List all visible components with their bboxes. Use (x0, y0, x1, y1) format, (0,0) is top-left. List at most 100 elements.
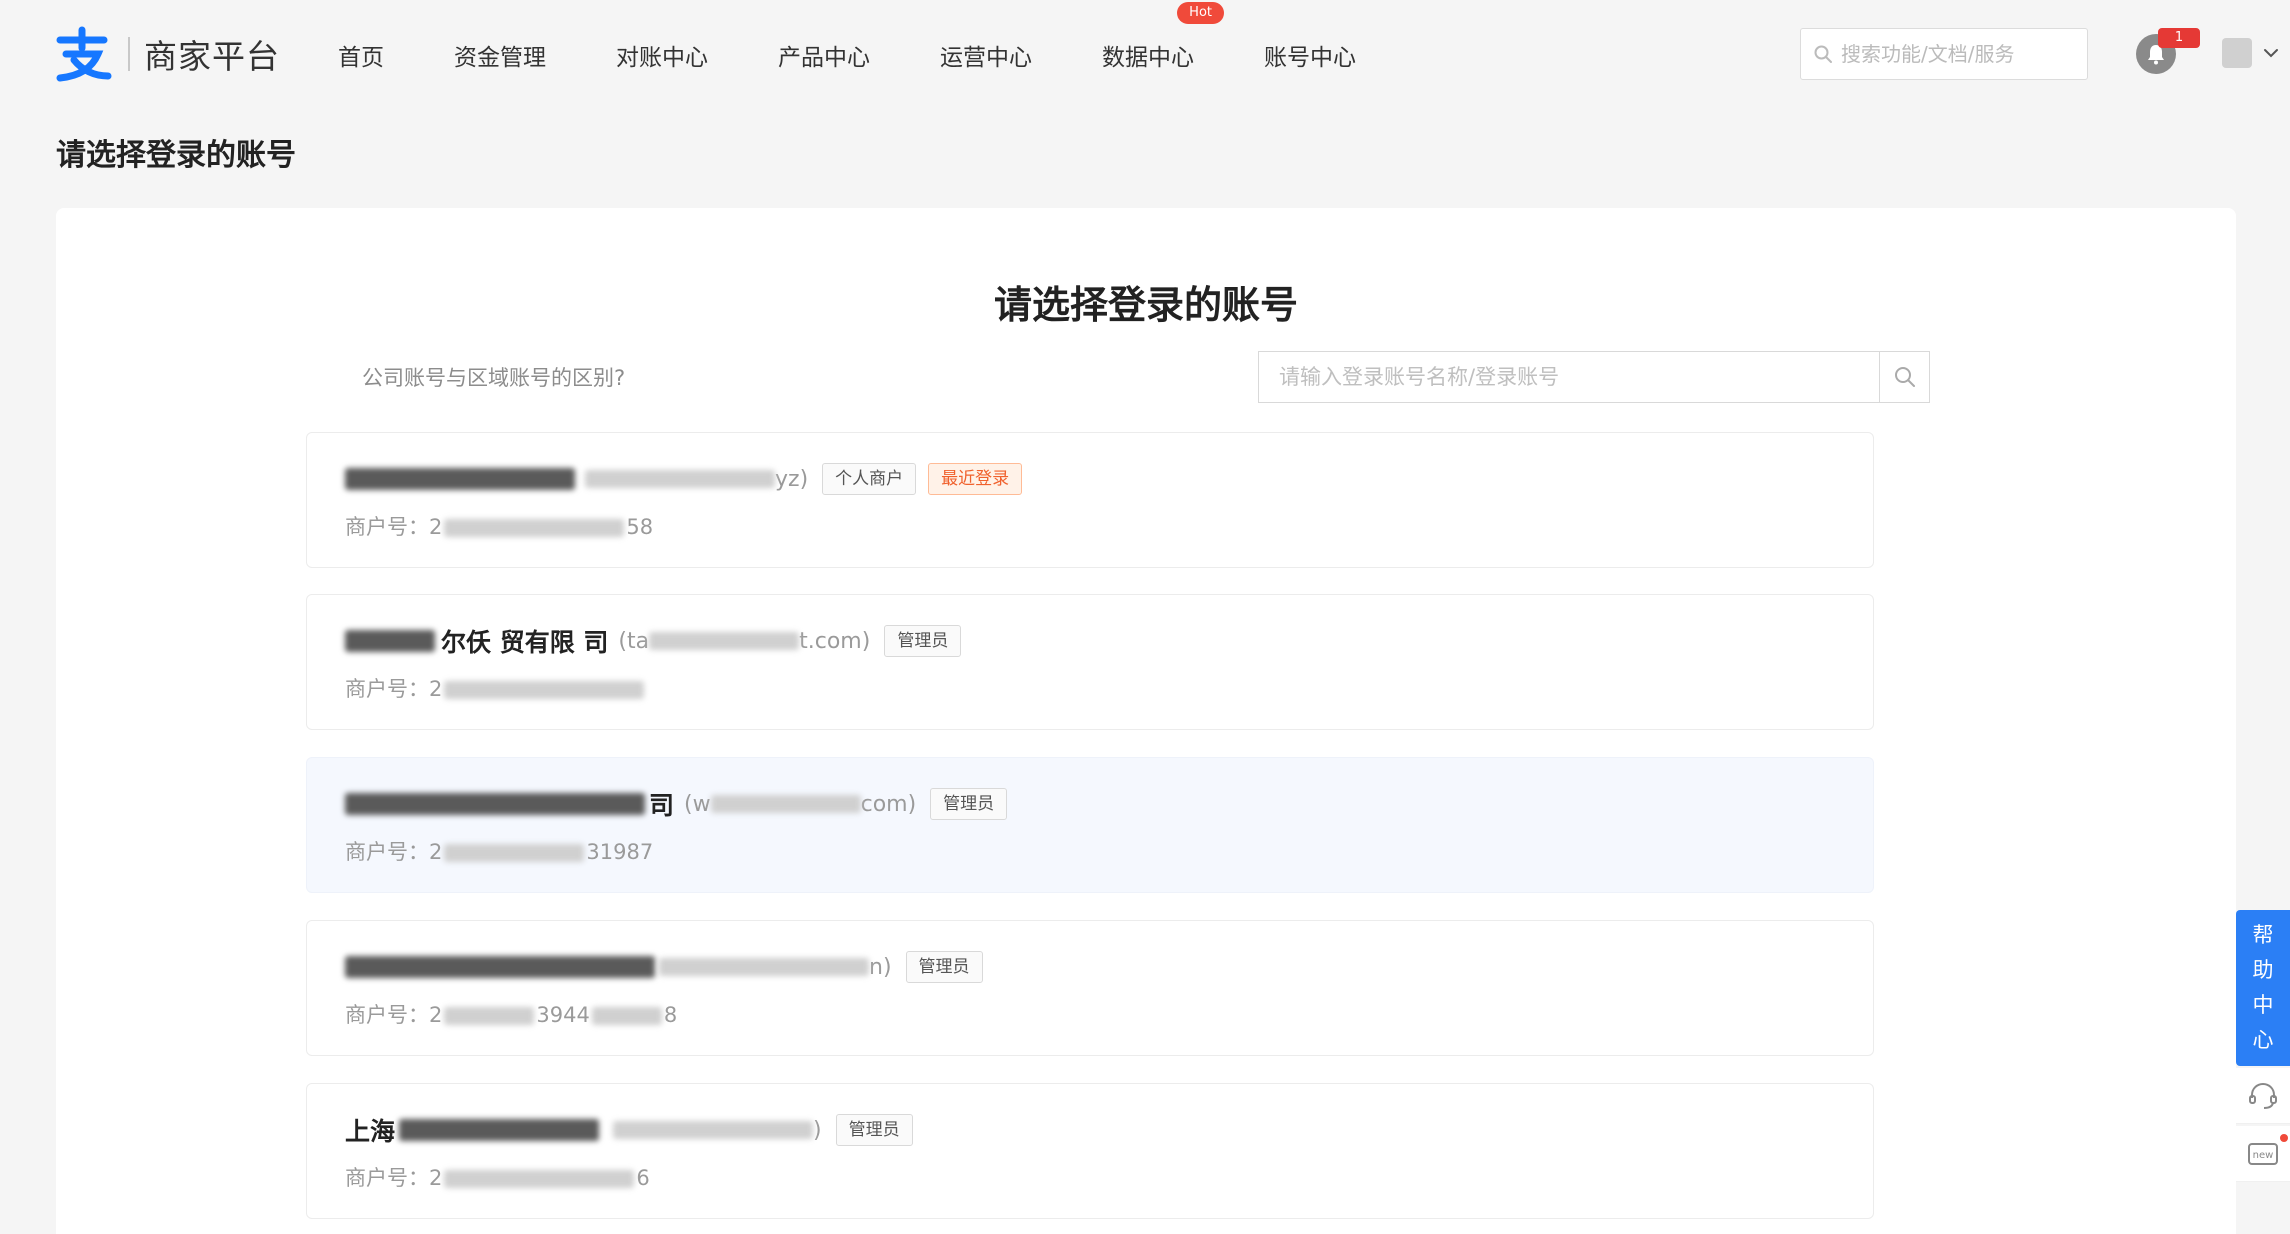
redacted-account-name (345, 468, 575, 490)
nav-item-funds[interactable]: 资金管理 (454, 38, 546, 72)
chevron-down-icon[interactable] (2262, 44, 2280, 62)
redacted-login (613, 1121, 814, 1139)
nav-item-operations[interactable]: 运营中心 (940, 38, 1032, 72)
merchant-id-prefix: 2 (429, 840, 443, 864)
redacted-login (585, 470, 775, 488)
account-search (1258, 351, 1930, 403)
redacted-login (659, 958, 869, 976)
merchant-id-suffix: 31987 (586, 840, 654, 864)
merchant-id-label: 商户号： (345, 1003, 429, 1027)
nav-item-home[interactable]: 首页 (338, 38, 384, 72)
redacted-merchant-id (444, 1007, 535, 1025)
main-nav: 首页 资金管理 对账中心 产品中心 运营中心 数据中心 Hot 账号中心 (338, 0, 1356, 110)
redacted-login (710, 795, 861, 813)
merchant-id-prefix: 2 (429, 1166, 443, 1190)
merchant-id-row: 商户号：2 58 (345, 511, 653, 541)
help-char: 帮 (2252, 923, 2274, 947)
new-feature-icon: new (2248, 1142, 2278, 1165)
global-search-input[interactable] (1841, 42, 2087, 66)
recent-login-tag: 最近登录 (928, 463, 1023, 495)
alipay-logo-icon (56, 26, 112, 82)
nav-item-products[interactable]: 产品中心 (778, 38, 870, 72)
redacted-account-name (345, 630, 435, 652)
account-name: 尔仸 贸有限 司 (441, 628, 609, 657)
search-icon (1814, 45, 1832, 63)
nav-item-reconciliation[interactable]: 对账中心 (616, 38, 708, 72)
account-title-row: 尔仸 贸有限 司 (ta t.com) 管理员 (345, 623, 962, 659)
panel-title: 请选择登录的账号 (993, 283, 1298, 327)
brand-logo[interactable]: 商家平台 (52, 26, 280, 82)
redacted-account-name (345, 793, 645, 815)
account-login: yz) (775, 466, 809, 492)
account-title-row: n) 管理员 (345, 949, 983, 985)
account-login-prefix: (ta (618, 628, 650, 654)
page-title: 请选择登录的账号 (56, 138, 296, 173)
redacted-merchant-id (444, 519, 625, 537)
merchant-id-row: 商户号：2 31987 (345, 836, 653, 866)
role-tag: 管理员 (835, 1114, 913, 1146)
account-card[interactable]: 司 (w com) 管理员 商户号：2 31987 (306, 757, 1874, 893)
account-title-row: 上海 ) 管理员 (345, 1112, 913, 1148)
account-card[interactable]: 尔仸 贸有限 司 (ta t.com) 管理员 商户号：2 (306, 594, 1874, 730)
help-char: 中 (2252, 993, 2274, 1017)
account-login: t.com) (799, 628, 871, 654)
account-name: 上海 (345, 1117, 396, 1146)
logo-divider (128, 37, 130, 71)
redacted-account-name (399, 1119, 600, 1141)
search-icon (1894, 367, 1915, 387)
merchant-id-row: 商户号：2 (345, 673, 646, 703)
merchant-id-label: 商户号： (345, 677, 429, 701)
nav-item-data-label: 数据中心 (1102, 45, 1194, 71)
redacted-login (649, 632, 800, 650)
global-search[interactable] (1800, 28, 2088, 80)
merchant-id-suffix: 6 (636, 1166, 650, 1190)
merchant-id-row: 商户号：2 3944 8 (345, 999, 677, 1029)
account-difference-link[interactable]: 公司账号与区域账号的区别? (362, 362, 625, 392)
redacted-merchant-id (444, 681, 645, 699)
account-search-button[interactable] (1879, 352, 1929, 402)
merchant-id-label: 商户号： (345, 1166, 429, 1190)
account-card[interactable]: 上海 ) 管理员 商户号：2 6 (306, 1083, 1874, 1219)
customer-service-button[interactable] (2236, 1068, 2290, 1124)
help-center-tab[interactable]: 帮 助 中 心 (2236, 910, 2290, 1066)
merchant-id-prefix: 2 (429, 515, 443, 539)
nav-item-data[interactable]: 数据中心 Hot (1102, 2, 1224, 72)
help-char: 助 (2252, 958, 2274, 982)
account-title-row: yz) 个人商户 最近登录 (345, 461, 1023, 497)
redacted-merchant-id (444, 1170, 635, 1188)
account-title-row: 司 (w com) 管理员 (345, 786, 1008, 822)
hot-badge: Hot (1177, 2, 1224, 24)
redacted-merchant-id (444, 844, 585, 862)
account-login: n) (869, 954, 892, 980)
role-tag: 管理员 (884, 625, 962, 657)
top-header: 商家平台 首页 资金管理 对账中心 产品中心 运营中心 数据中心 Hot 账号中… (0, 0, 2290, 110)
merchant-id-label: 商户号： (345, 515, 429, 539)
user-avatar[interactable] (2222, 38, 2252, 68)
merchant-id-prefix: 2 (429, 1003, 443, 1027)
account-type-tag: 个人商户 (822, 463, 917, 495)
role-tag: 管理员 (905, 951, 983, 983)
help-char: 心 (2252, 1028, 2274, 1052)
account-login: com) (860, 791, 917, 817)
account-login: ) (813, 1117, 822, 1143)
role-tag: 管理员 (930, 788, 1008, 820)
merchant-id-suffix: 8 (663, 1003, 678, 1027)
account-search-input[interactable] (1259, 352, 1879, 402)
merchant-id-prefix: 2 (429, 677, 443, 701)
merchant-id-label: 商户号： (345, 840, 429, 864)
new-label: new (2253, 1150, 2274, 1161)
account-name: 司 (649, 791, 675, 820)
merchant-id-middle: 3944 (536, 1003, 590, 1027)
merchant-id-suffix: 58 (626, 515, 654, 539)
nav-item-account[interactable]: 账号中心 (1264, 38, 1356, 72)
whats-new-button[interactable]: new (2236, 1126, 2290, 1182)
account-login-prefix: (w (684, 791, 711, 817)
account-card[interactable]: n) 管理员 商户号：2 3944 8 (306, 920, 1874, 1056)
redacted-merchant-id (591, 1007, 662, 1025)
account-card[interactable]: yz) 个人商户 最近登录 商户号：2 58 (306, 432, 1874, 568)
merchant-id-row: 商户号：2 6 (345, 1162, 650, 1192)
notification-count-badge: 1 (2158, 28, 2200, 48)
redacted-account-name (345, 956, 655, 978)
brand-name: 商家平台 (144, 37, 280, 76)
headset-icon (2249, 1082, 2277, 1109)
